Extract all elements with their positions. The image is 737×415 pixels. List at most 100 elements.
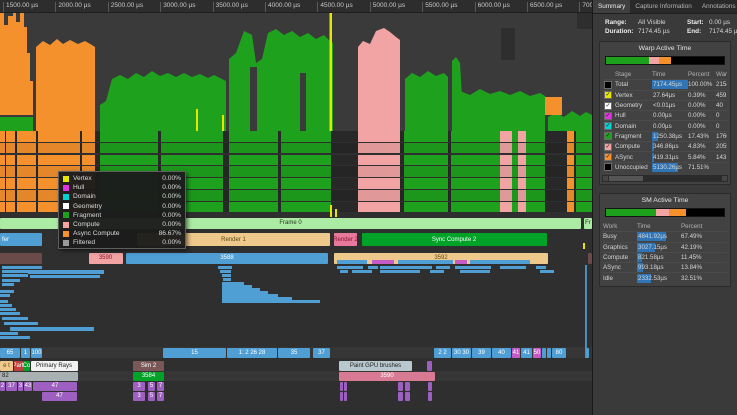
marker-bar[interactable] xyxy=(427,360,432,371)
compute-bar[interactable] xyxy=(398,391,403,401)
scroll-thumb[interactable] xyxy=(609,175,643,181)
draw-bar[interactable]: 50 xyxy=(533,348,541,358)
marker-bar[interactable]: Co xyxy=(23,360,30,371)
warp-table-row[interactable]: ✓ Domain 0.00µs 0.00% 0 xyxy=(603,120,727,131)
stage-checkbox[interactable]: ✓ xyxy=(604,153,612,162)
compute-bar[interactable]: 5 xyxy=(148,381,155,391)
cmdlist-3588-bar[interactable]: 3588 xyxy=(126,252,328,264)
compute-bar[interactable]: 2 xyxy=(0,381,5,391)
time-cursor-line[interactable] xyxy=(585,265,587,358)
draw-bar[interactable]: 100 xyxy=(31,348,42,358)
sm-strip-row[interactable] xyxy=(0,131,592,142)
sm-strip-row[interactable] xyxy=(0,154,592,166)
compute-bar[interactable]: 3 xyxy=(133,391,145,401)
tab-capture-information[interactable]: Capture Information xyxy=(630,0,696,13)
draw-bar[interactable]: 35 xyxy=(278,348,310,358)
tab-summary[interactable]: Summary xyxy=(593,0,631,13)
stage-checkbox[interactable]: ✓ xyxy=(604,122,612,131)
timeline-area[interactable]: 1500.00 µs 2000.00 µs 2500.00 µs 3000.00 µs… xyxy=(0,0,615,415)
draw-bar[interactable]: 80 xyxy=(552,348,566,358)
draw-bar[interactable]: 41 xyxy=(512,348,520,358)
scroll-right-icon[interactable] xyxy=(722,175,727,181)
stage-checkbox[interactable] xyxy=(604,80,612,89)
sm-table-row[interactable]: Idle 2332.53µs 32.51% xyxy=(603,272,727,283)
frame-next-bar[interactable]: Fr xyxy=(584,217,592,229)
scroll-left-icon[interactable] xyxy=(603,175,608,181)
compute-bar[interactable] xyxy=(344,381,347,391)
stage-checkbox[interactable]: ✓ xyxy=(604,91,612,100)
compute-bar[interactable] xyxy=(398,381,403,391)
draw-bar[interactable]: 1 xyxy=(21,348,30,358)
draw-bar[interactable]: 30 30 xyxy=(452,348,471,358)
warp-table-scrollbar[interactable] xyxy=(602,174,728,182)
compute-bar[interactable] xyxy=(405,381,410,391)
draw-bar[interactable]: 41 xyxy=(521,348,532,358)
warp-table-row[interactable]: ✓Vertex 27.64µs 0.39% 45912 xyxy=(603,89,727,100)
draw-bar[interactable] xyxy=(542,348,546,358)
compute-bar[interactable]: 47 xyxy=(42,391,77,401)
warp-table-row[interactable]: ✓ASync 419.31µs 5.84% 143173 xyxy=(603,151,727,162)
range-bar[interactable]: 3590 xyxy=(339,371,435,381)
cmdlist-bar[interactable] xyxy=(0,252,42,264)
render-2-bar[interactable]: Render 2 xyxy=(334,233,357,246)
compute-bar[interactable]: 37 xyxy=(6,381,17,391)
cmdlist-3590-bar[interactable]: 3590 xyxy=(88,252,123,264)
draw-bar[interactable]: 2 2 xyxy=(434,348,451,358)
stage-checkbox[interactable]: ✓ xyxy=(604,111,612,120)
warp-table-row[interactable]: ✓ Geometry <0.01µs 0.00% 40 xyxy=(603,99,727,110)
stage-checkbox[interactable] xyxy=(604,163,612,172)
stage-checkbox[interactable]: ✓ xyxy=(604,132,612,141)
compute-bar[interactable]: 5 xyxy=(148,391,155,401)
sm-table-row[interactable]: Compute 821.58µs 11.45% xyxy=(603,251,727,262)
range-bar[interactable]: 82 xyxy=(0,371,78,381)
draw-bar[interactable]: 1: 2 26 28 xyxy=(227,348,277,358)
warp-table: Stage Time Percent Warps Total 7174.45µs 100.0… xyxy=(603,69,727,172)
warp-table-row[interactable]: ✓Fragment 1250.38µs 17.43% 1760251 xyxy=(603,130,727,141)
warp-table-row[interactable]: Unoccupied 5130.26µs 71.51% xyxy=(603,161,727,172)
compute-bar[interactable] xyxy=(340,381,343,391)
primary-rays-bar[interactable]: Primary Rays xyxy=(30,360,78,371)
draw-bar[interactable]: 15 xyxy=(163,348,226,358)
percent-cell: 0.00% xyxy=(688,112,706,120)
warp-table-row[interactable]: Total 7174.45µs 100.00%2154946 xyxy=(603,79,727,90)
warp-table-row[interactable]: ✓Compute 346.86µs 4.83% 205570 xyxy=(603,141,727,152)
stage-checkbox[interactable]: ✓ xyxy=(604,142,612,151)
time-value: <0.01µs xyxy=(653,102,676,110)
sm-table-row[interactable]: Busy 4841.92µs 67.49% xyxy=(603,231,727,242)
cmdlist-edge-bar[interactable] xyxy=(587,252,592,264)
range-bar[interactable]: 3584 xyxy=(133,371,164,381)
compute-bar[interactable] xyxy=(344,391,347,401)
drawcall-sub-bar xyxy=(337,260,367,264)
draw-bar[interactable]: 40 xyxy=(492,348,511,358)
stage-checkbox[interactable]: ✓ xyxy=(604,101,612,110)
sm-table-row[interactable]: Graphics 3027.15µs 42.19% xyxy=(603,241,727,252)
sm-strip-row[interactable] xyxy=(0,142,592,154)
draw-bar[interactable]: 65 xyxy=(0,348,20,358)
compute-bar[interactable]: 3 xyxy=(18,381,23,391)
compute-bar[interactable]: 7 xyxy=(157,391,164,401)
duration-value: 7174.45 µs xyxy=(638,28,670,35)
sm-table-row[interactable]: ASync 993.18µs 13.84% xyxy=(603,262,727,273)
tab-annotations[interactable]: Annotations xyxy=(697,0,737,13)
buffer-bar[interactable]: fer xyxy=(0,233,42,246)
compute-bar[interactable]: 7 xyxy=(157,381,164,391)
marker-bar[interactable]: Part xyxy=(13,360,23,371)
compute-bar[interactable] xyxy=(428,381,432,391)
sync-compute-2-bar[interactable]: Sync Compute 2 xyxy=(361,233,547,246)
sim-2-bar[interactable]: Sim 2 xyxy=(133,360,164,371)
sm-utilization-chart[interactable] xyxy=(0,13,592,133)
warp-table-row[interactable]: ✓ Hull 0.00µs 0.00% 0 xyxy=(603,110,727,120)
draw-bar[interactable] xyxy=(547,348,551,358)
marker-bar[interactable]: e t xyxy=(0,360,13,371)
draw-bar[interactable]: 37 xyxy=(313,348,330,358)
compute-bar[interactable]: 47 xyxy=(33,381,77,391)
draw-bar[interactable]: 39 xyxy=(472,348,491,358)
compute-bar[interactable]: 3 xyxy=(133,381,145,391)
time-ruler[interactable]: 1500.00 µs 2000.00 µs 2500.00 µs 3000.00 µs… xyxy=(0,0,615,13)
compute-bar[interactable] xyxy=(405,391,410,401)
paint-gpu-brushes-bar[interactable]: Paint GPU brushes xyxy=(339,360,412,371)
time-cell: 993.18µs xyxy=(637,263,681,273)
compute-bar[interactable] xyxy=(428,391,432,401)
compute-bar[interactable] xyxy=(340,391,343,401)
compute-bar[interactable]: 43 xyxy=(24,381,32,391)
